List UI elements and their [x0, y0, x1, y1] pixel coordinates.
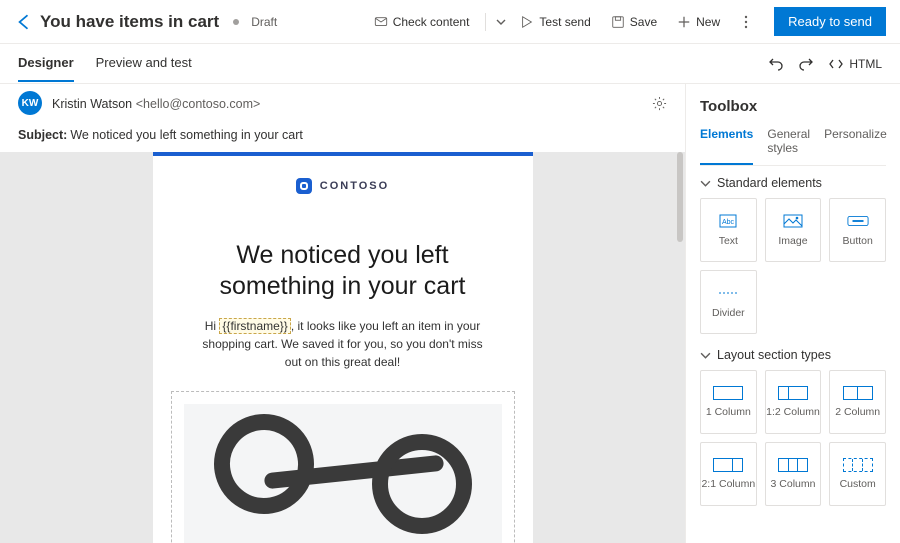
editor-tabs: Designer Preview and test HTML: [0, 44, 900, 84]
status-badge: Draft: [251, 15, 277, 29]
personalization-token[interactable]: {{firstname}}: [219, 318, 290, 334]
page-title: You have items in cart: [40, 12, 219, 32]
ready-to-send-button[interactable]: Ready to send: [774, 7, 886, 36]
tile-text[interactable]: Abc Text: [700, 198, 757, 262]
subject-label: Subject:: [18, 128, 67, 142]
tile-custom-label: Custom: [840, 478, 876, 490]
top-command-bar: You have items in cart Draft Check conte…: [0, 0, 900, 44]
image-icon: [782, 213, 804, 229]
test-send-label: Test send: [539, 15, 590, 29]
save-icon: [611, 15, 625, 29]
body-pre: Hi: [205, 319, 220, 333]
product-image-placeholder: [184, 404, 502, 543]
test-send-button[interactable]: Test send: [514, 11, 596, 33]
tile-3col-label: 3 Column: [771, 478, 816, 490]
tile-1-column[interactable]: 1 Column: [700, 370, 757, 434]
tile-divider-label: Divider: [712, 307, 745, 319]
play-icon: [520, 15, 534, 29]
layout-2col-icon: [843, 386, 873, 400]
tile-divider[interactable]: Divider: [700, 270, 757, 334]
email-body-text[interactable]: Hi {{firstname}}, it looks like you left…: [153, 317, 533, 391]
tile-2col-label: 2 Column: [835, 406, 880, 418]
save-button[interactable]: Save: [605, 11, 663, 33]
new-label: New: [696, 15, 720, 29]
tile-2-column[interactable]: 2 Column: [829, 370, 886, 434]
status-dot: [233, 19, 239, 25]
tile-2-1-column[interactable]: 2:1 Column: [700, 442, 757, 506]
sender-email: <hello@contoso.com>: [136, 97, 261, 111]
button-icon: [847, 213, 869, 229]
canvas-area[interactable]: CONTOSO We noticed you left something in…: [0, 152, 685, 543]
sparkle-icon: [374, 15, 388, 29]
layout-grid: 1 Column 1:2 Column 2 Column 2:1 Column …: [700, 370, 886, 506]
toolbox-title: Toolbox: [700, 98, 886, 115]
check-content-label: Check content: [393, 15, 470, 29]
layout-1col-icon: [713, 386, 743, 400]
layout-3col-icon: [778, 458, 808, 472]
canvas-column: KW Kristin Watson <hello@contoso.com> Su…: [0, 84, 685, 543]
code-icon: [828, 56, 844, 72]
tab-designer[interactable]: Designer: [18, 45, 74, 82]
layout-12col-icon: [778, 386, 808, 400]
chevron-down-icon: [700, 178, 711, 189]
tile-21col-label: 2:1 Column: [701, 478, 755, 490]
svg-text:Abc: Abc: [722, 219, 735, 226]
email-preview[interactable]: CONTOSO We noticed you left something in…: [153, 152, 533, 543]
brand-name: CONTOSO: [320, 180, 389, 192]
image-slot[interactable]: [171, 391, 515, 543]
subject-row: Subject:We noticed you left something in…: [0, 122, 685, 152]
more-icon[interactable]: [738, 14, 754, 30]
section-layout-types[interactable]: Layout section types: [700, 348, 886, 362]
email-headline[interactable]: We noticed you left something in your ca…: [153, 212, 533, 317]
layout-21col-icon: [713, 458, 743, 472]
chevron-down-icon[interactable]: [496, 17, 506, 27]
tile-custom-column[interactable]: Custom: [829, 442, 886, 506]
tab-elements[interactable]: Elements: [700, 127, 753, 165]
tab-preview[interactable]: Preview and test: [96, 45, 192, 82]
save-label: Save: [630, 15, 657, 29]
tile-image-label: Image: [778, 235, 807, 247]
new-button[interactable]: New: [671, 11, 726, 33]
brand-row: CONTOSO: [153, 156, 533, 212]
plus-icon: [677, 15, 691, 29]
tile-text-label: Text: [719, 235, 738, 247]
section-standard-elements[interactable]: Standard elements: [700, 176, 886, 190]
sender-name: Kristin Watson: [52, 97, 132, 111]
scrollbar[interactable]: [677, 152, 683, 543]
gear-icon[interactable]: [652, 96, 667, 111]
sender-row: KW Kristin Watson <hello@contoso.com>: [0, 84, 685, 122]
check-content-button[interactable]: Check content: [368, 11, 476, 33]
section-layout-label: Layout section types: [717, 348, 831, 362]
back-icon[interactable]: [14, 13, 32, 31]
toolbox-panel: Toolbox Elements General styles Personal…: [685, 84, 900, 543]
subject-value: We noticed you left something in your ca…: [70, 128, 303, 142]
chevron-down-icon: [700, 350, 711, 361]
avatar: KW: [18, 91, 42, 115]
brand-logo-icon: [296, 178, 312, 194]
tile-button-label: Button: [842, 235, 872, 247]
tile-3-column[interactable]: 3 Column: [765, 442, 822, 506]
tab-personalize[interactable]: Personalize: [824, 127, 887, 165]
toolbox-tabs: Elements General styles Personalize: [700, 127, 886, 166]
html-label: HTML: [849, 57, 882, 71]
html-toggle[interactable]: HTML: [828, 56, 882, 72]
redo-icon[interactable]: [798, 56, 814, 72]
section-standard-label: Standard elements: [717, 176, 822, 190]
standard-elements-grid: Abc Text Image Button Divider: [700, 198, 886, 334]
tab-general-styles[interactable]: General styles: [767, 127, 810, 165]
divider-icon: [717, 285, 739, 301]
layout-custom-icon: [843, 458, 873, 472]
text-icon: Abc: [717, 213, 739, 229]
undo-icon[interactable]: [768, 56, 784, 72]
tile-12col-label: 1:2 Column: [766, 406, 820, 418]
tile-1-2-column[interactable]: 1:2 Column: [765, 370, 822, 434]
tile-1col-label: 1 Column: [706, 406, 751, 418]
tile-button[interactable]: Button: [829, 198, 886, 262]
divider: [485, 13, 486, 31]
tile-image[interactable]: Image: [765, 198, 822, 262]
